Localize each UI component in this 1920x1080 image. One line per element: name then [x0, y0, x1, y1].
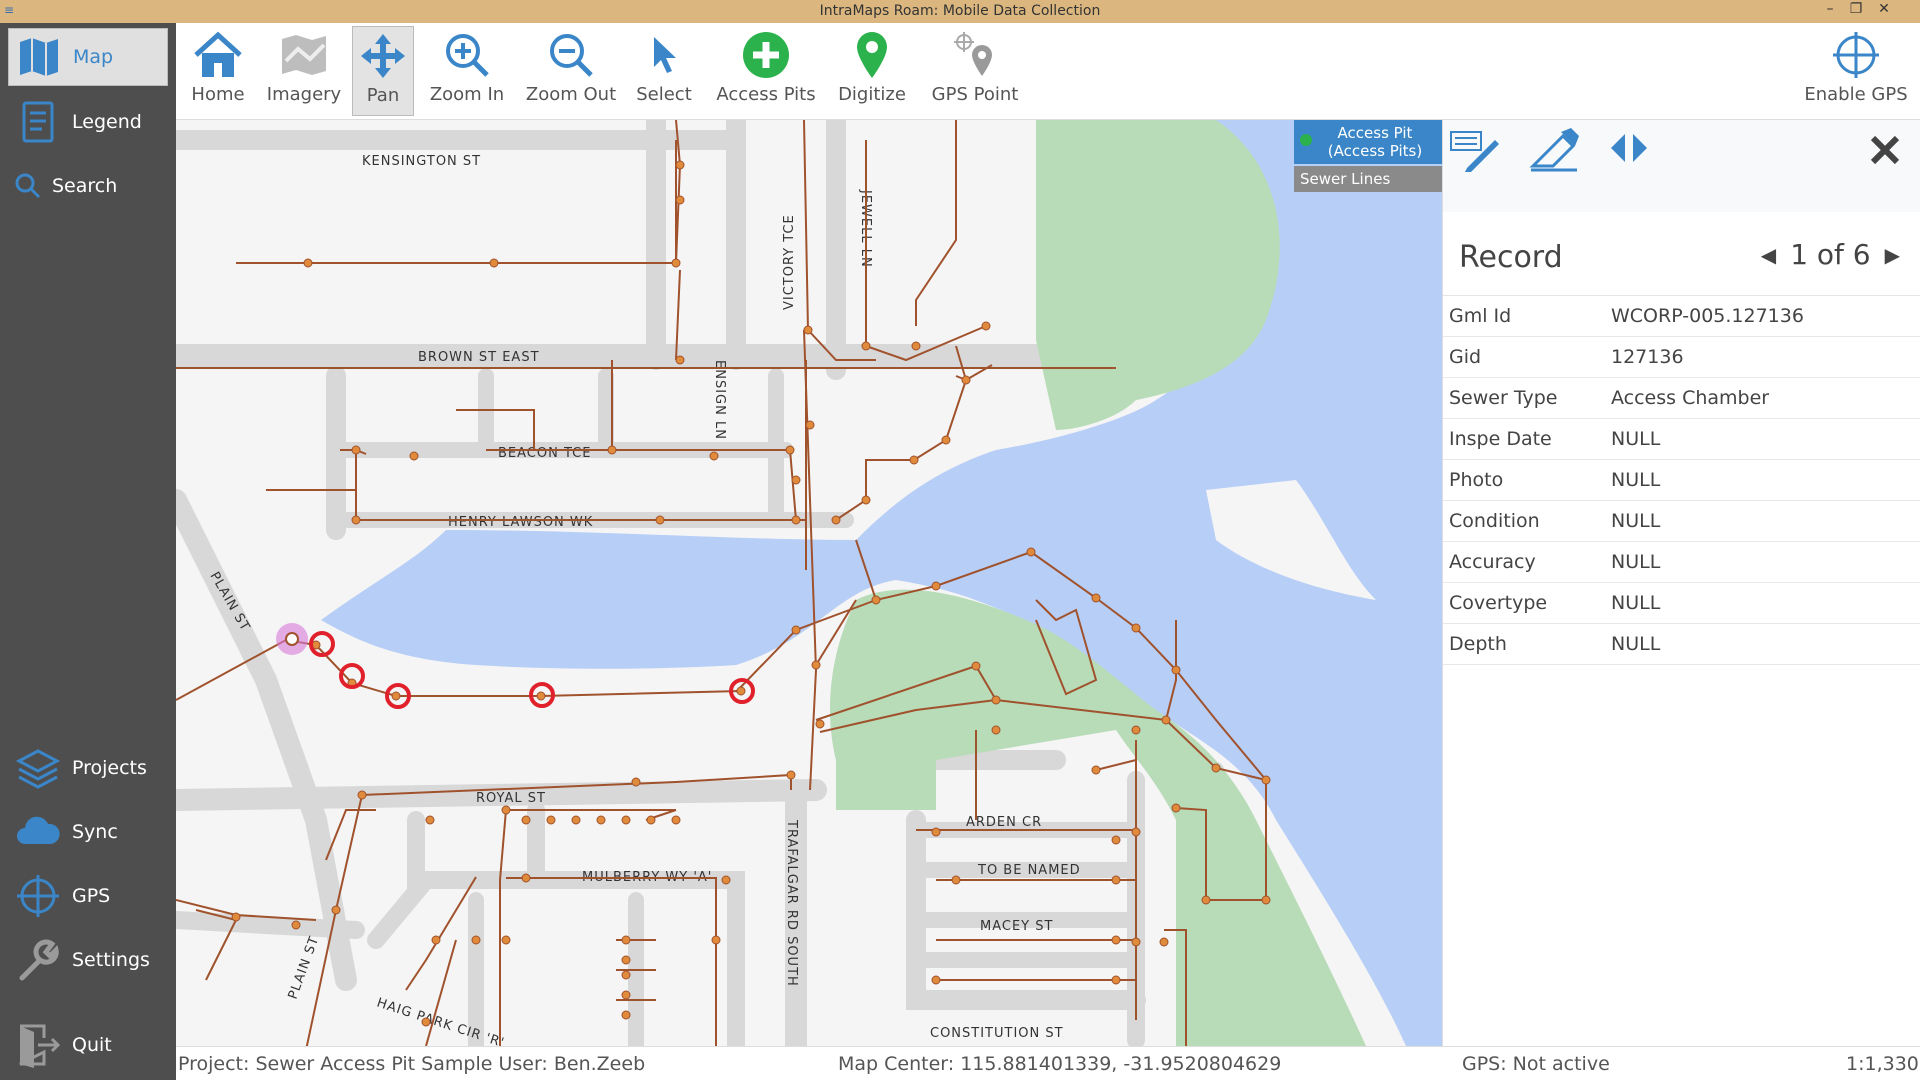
street-label: KENSINGTON ST [362, 154, 481, 169]
pan-icon [353, 27, 413, 85]
exit-icon [14, 1021, 62, 1069]
sidebar-item-projects[interactable]: Projects [8, 739, 168, 797]
wrench-icon [14, 936, 62, 984]
imagery-button[interactable]: Imagery [264, 26, 344, 116]
street-label: ARDEN CR [966, 815, 1042, 830]
sidebar-item-label: Quit [72, 1034, 112, 1056]
record-fields: Gml Id WCORP-005.127136 Gid 127136 Sewer T… [1443, 296, 1920, 665]
record-field-row: Gid 127136 [1443, 337, 1920, 378]
sidebar-item-gps[interactable]: GPS [8, 867, 168, 925]
window-title: IntraMaps Roam: Mobile Data Collection [819, 3, 1101, 19]
street-label: TO BE NAMED [977, 863, 1081, 878]
keyboard-edit-icon[interactable] [1447, 126, 1501, 178]
record-toolbar [1443, 120, 1920, 212]
cloud-icon [14, 808, 62, 856]
record-field-row: Photo NULL [1443, 460, 1920, 501]
sidebar-item-label: Projects [72, 757, 147, 779]
street-label: BEACON TCE [498, 446, 591, 461]
map-pin-icon [842, 26, 902, 84]
sidebar: Map Legend Search Projects Sync GPS Sett… [0, 23, 176, 1080]
street-label: ENSIGN LN [712, 360, 727, 440]
sidebar-item-settings[interactable]: Settings [8, 931, 168, 989]
record-field-row: Covertype NULL [1443, 583, 1920, 624]
enable-gps-button[interactable]: Enable GPS [1802, 26, 1910, 116]
record-field-row: Condition NULL [1443, 501, 1920, 542]
minimize-button[interactable]: – [1820, 1, 1840, 17]
gps-point-button[interactable]: GPS Point [920, 26, 1030, 116]
add-circle-icon [736, 26, 796, 84]
status-map-center: Map Center: 115.881401339, -31.952080462… [838, 1053, 1282, 1075]
sidebar-item-label: Map [73, 46, 114, 68]
pan-button[interactable]: Pan [352, 26, 414, 116]
cursor-icon [634, 26, 694, 84]
street-label: BROWN ST EAST [418, 350, 540, 365]
map-svg[interactable]: KENSINGTON ST BROWN ST EAST BEACON TCE H… [176, 120, 1442, 1046]
street-label: HAIG PARK CIR 'R' [375, 996, 507, 1046]
record-panel: Record ◀ 1 of 6 ▶ Gml Id WCORP-005.127136… [1442, 120, 1920, 1046]
crosshair-icon [14, 872, 62, 920]
close-icon[interactable] [1867, 132, 1903, 172]
record-field-row: Sewer Type Access Chamber [1443, 378, 1920, 419]
record-field-row: Depth NULL [1443, 624, 1920, 665]
gps-point-icon [945, 26, 1005, 84]
record-field-row: Inspe Date NULL [1443, 419, 1920, 460]
record-position: 1 of 6 [1790, 238, 1871, 271]
imagery-icon [274, 26, 334, 84]
street-label: TRAFALGAR RD SOUTH [784, 819, 799, 987]
close-window-button[interactable]: ✕ [1874, 1, 1894, 17]
sidebar-item-map[interactable]: Map [8, 28, 168, 86]
map-icon [15, 33, 63, 81]
layer-dot-icon [1300, 134, 1312, 146]
toolbar: Home Imagery Pan Zoom In Zoom Out Select [176, 23, 1920, 120]
select-button[interactable]: Select [632, 26, 696, 116]
street-label: HENRY LAWSON WK [448, 515, 593, 530]
digitize-button[interactable]: Digitize [830, 26, 914, 116]
record-pager: ◀ 1 of 6 ▶ [1761, 238, 1900, 271]
title-bar: ≡ IntraMaps Roam: Mobile Data Collection… [0, 0, 1920, 23]
record-field-row: Gml Id WCORP-005.127136 [1443, 296, 1920, 337]
sidebar-item-legend[interactable]: Legend [8, 93, 168, 151]
previous-record-button[interactable]: ◀ [1761, 243, 1776, 267]
layer-panel: Access Pit (Access Pits) Sewer Lines [1294, 120, 1442, 192]
crosshair-icon [1826, 26, 1886, 84]
sidebar-item-label: Sync [72, 821, 118, 843]
legend-icon [14, 98, 62, 146]
street-label: CONSTITUTION ST [930, 1026, 1064, 1041]
record-title: Record [1459, 240, 1563, 275]
status-bar: Project: Sewer Access Pit Sample User: B… [176, 1046, 1920, 1080]
status-project: Project: Sewer Access Pit Sample User: B… [178, 1053, 646, 1075]
status-scale: 1:1,330 [1846, 1053, 1919, 1075]
map-canvas[interactable]: KENSINGTON ST BROWN ST EAST BEACON TCE H… [176, 120, 1442, 1046]
edit-icon[interactable] [1527, 126, 1581, 178]
status-gps: GPS: Not active [1462, 1053, 1610, 1075]
street-label: ROYAL ST [476, 791, 546, 806]
split-view-icon[interactable] [1609, 130, 1649, 170]
street-label: VICTORY TCE [782, 214, 797, 310]
access-pits-button[interactable]: Access Pits [710, 26, 822, 116]
home-button[interactable]: Home [186, 26, 250, 116]
layers-icon [14, 744, 62, 792]
home-icon [188, 26, 248, 84]
zoom-in-icon [437, 26, 497, 84]
sidebar-item-quit[interactable]: Quit [8, 1016, 168, 1074]
sidebar-item-label: Search [52, 175, 118, 197]
record-field-row: Accuracy NULL [1443, 542, 1920, 583]
layer-item-access-pits[interactable]: Access Pit (Access Pits) [1294, 120, 1442, 164]
zoom-in-button[interactable]: Zoom In [426, 26, 508, 116]
street-label: PLAIN ST [286, 934, 323, 1001]
street-label: MACEY ST [980, 919, 1053, 934]
sidebar-item-search[interactable]: Search [8, 157, 168, 215]
zoom-out-button[interactable]: Zoom Out [524, 26, 618, 116]
zoom-out-icon [541, 26, 601, 84]
search-icon [14, 162, 42, 210]
sidebar-item-sync[interactable]: Sync [8, 803, 168, 861]
access-pit-marker[interactable] [285, 632, 299, 646]
next-record-button[interactable]: ▶ [1885, 243, 1900, 267]
sidebar-item-label: Settings [72, 949, 150, 971]
record-header: Record ◀ 1 of 6 ▶ [1443, 212, 1920, 296]
layer-item-sewer-lines[interactable]: Sewer Lines [1294, 166, 1442, 192]
sidebar-item-label: GPS [72, 885, 111, 907]
restore-button[interactable]: ❐ [1846, 1, 1866, 17]
sidebar-item-label: Legend [72, 111, 142, 133]
